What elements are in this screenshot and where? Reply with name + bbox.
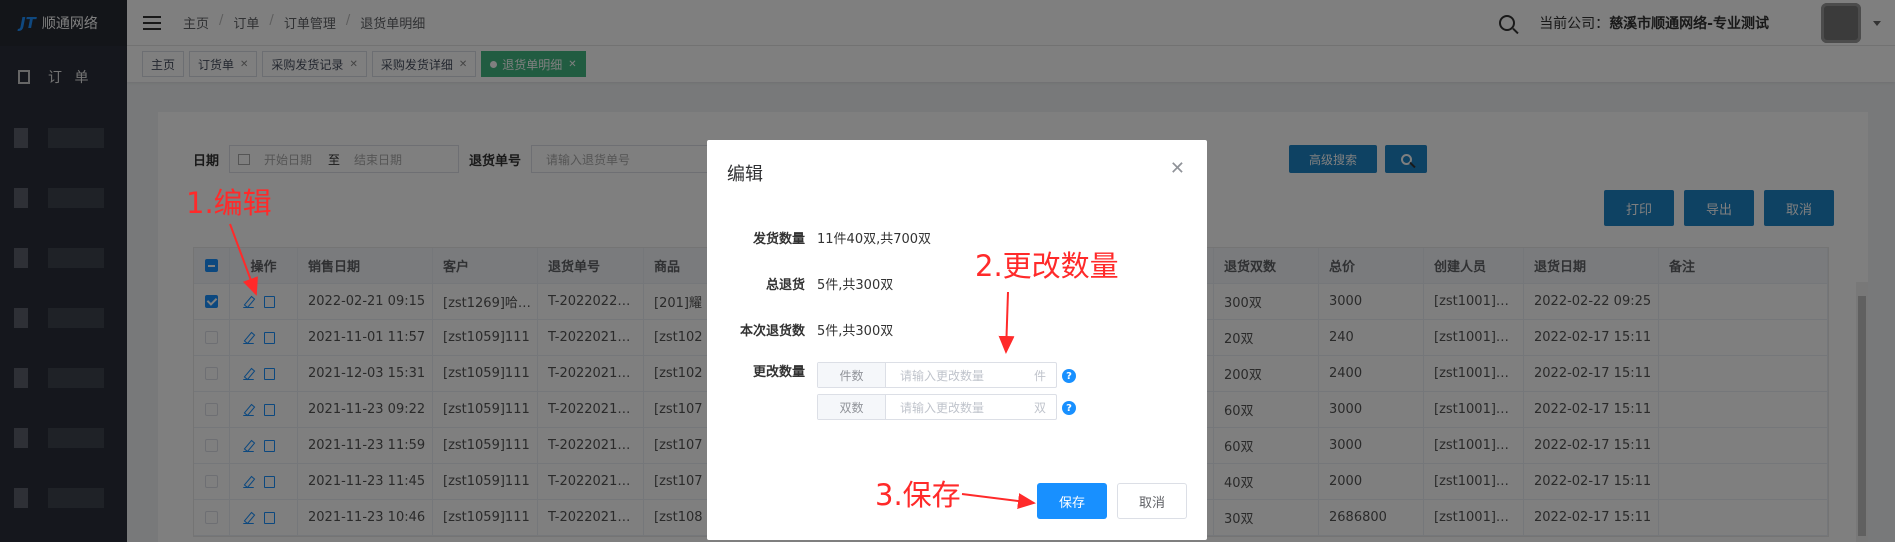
cancel-button[interactable]: 取消 xyxy=(1117,483,1187,519)
pairs-placeholder: 请输入更改数量 xyxy=(900,400,985,415)
pieces-input[interactable]: 件数 请输入更改数量 件 xyxy=(817,362,1057,388)
annotation-step-3: 3.保存 xyxy=(875,478,961,512)
total-return-label: 总退货 xyxy=(765,278,805,293)
change-qty-label: 更改数量 xyxy=(752,365,805,380)
pieces-prefix: 件数 xyxy=(818,363,886,387)
dialog-title: 编辑 xyxy=(727,164,763,185)
pairs-suffix: 双 xyxy=(1034,400,1047,415)
help-icon[interactable]: ? xyxy=(1062,369,1076,383)
help-icon[interactable]: ? xyxy=(1062,401,1076,415)
total-return-value: 5件,共300双 xyxy=(817,278,894,293)
save-button[interactable]: 保存 xyxy=(1037,483,1107,519)
total-return-row: 总退货 5件,共300双 xyxy=(707,274,893,293)
pieces-suffix: 件 xyxy=(1034,368,1047,383)
ship-qty-row: 发货数量 11件40双,共700双 xyxy=(707,228,931,247)
close-icon[interactable]: ✕ xyxy=(1170,158,1185,179)
annotation-step-2: 2.更改数量 xyxy=(975,249,1119,283)
this-return-value: 5件,共300双 xyxy=(817,324,894,339)
ship-qty-label: 发货数量 xyxy=(752,232,805,247)
change-qty-row: 更改数量 xyxy=(707,361,817,380)
ship-qty-value: 11件40双,共700双 xyxy=(817,232,932,247)
this-return-row: 本次退货数 5件,共300双 xyxy=(707,320,893,339)
annotation-step-1: 1.编辑 xyxy=(186,186,272,220)
pairs-prefix: 双数 xyxy=(818,395,886,419)
this-return-label: 本次退货数 xyxy=(739,324,805,339)
pieces-placeholder: 请输入更改数量 xyxy=(900,368,985,383)
pairs-input[interactable]: 双数 请输入更改数量 双 xyxy=(817,394,1057,420)
